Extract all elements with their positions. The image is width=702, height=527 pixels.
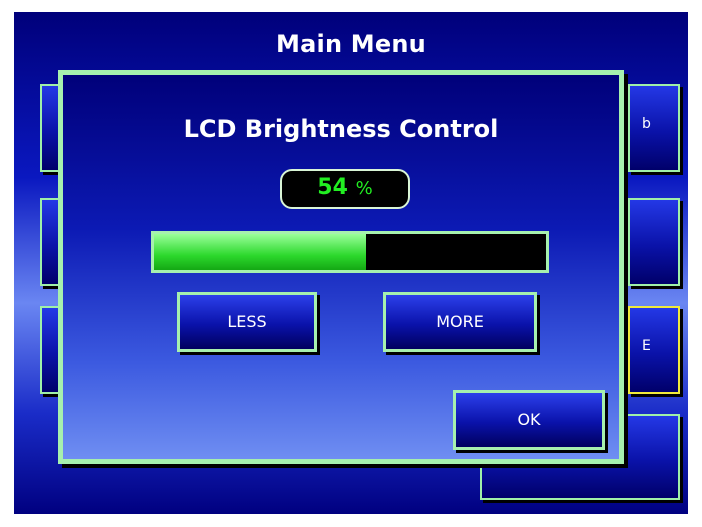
brightness-readout: 54 % (280, 169, 410, 209)
screen: Main Menu I b E LCD Brightness Control 5… (0, 0, 702, 527)
brightness-bar-fill (154, 234, 366, 270)
menu-button-right-1[interactable]: b (628, 84, 680, 172)
menu-button-right-3-label: E (642, 338, 651, 354)
main-menu-title: Main Menu (276, 30, 426, 58)
dialog-title: LCD Brightness Control (183, 115, 499, 143)
ok-button[interactable]: OK (453, 390, 605, 450)
brightness-value: 54 (317, 175, 348, 200)
brightness-bar (151, 231, 549, 273)
menu-button-right-2[interactable] (628, 198, 680, 286)
brightness-dialog: LCD Brightness Control 54 % LESS MORE OK (58, 70, 624, 464)
more-button[interactable]: MORE (383, 292, 537, 352)
menu-button-right-1-label: b (642, 116, 651, 132)
menu-button-right-3[interactable]: E (628, 306, 680, 394)
less-button[interactable]: LESS (177, 292, 317, 352)
brightness-unit: % (355, 178, 373, 199)
